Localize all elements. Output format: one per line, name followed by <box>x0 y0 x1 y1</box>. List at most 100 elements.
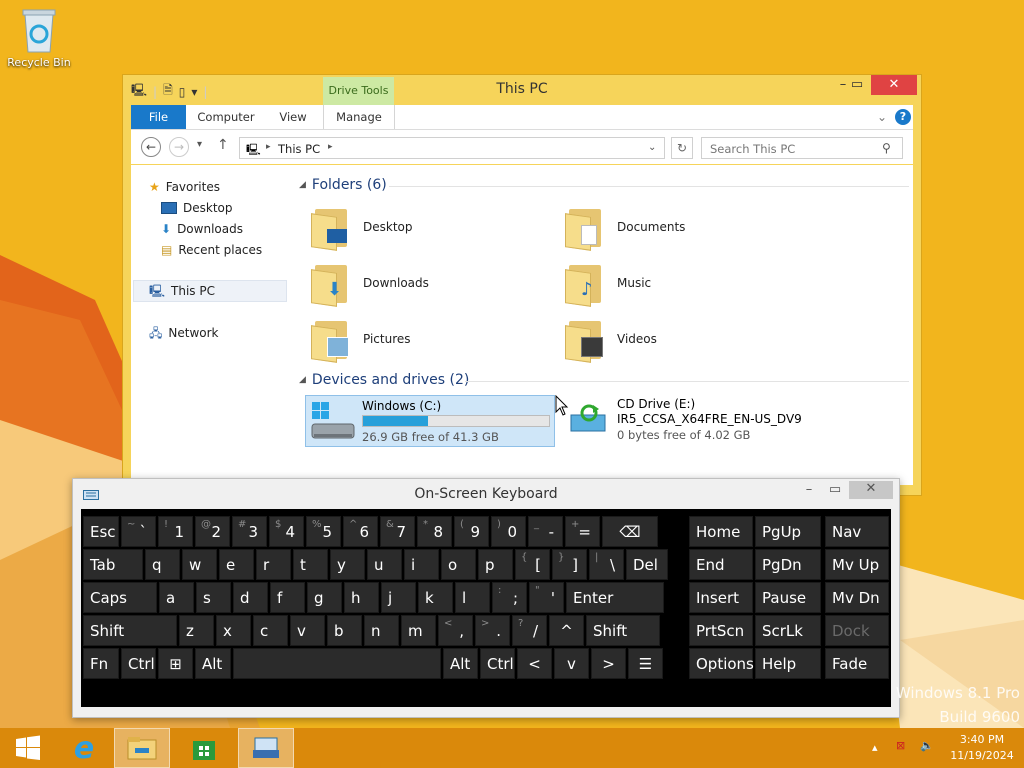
key-caps[interactable]: Caps <box>83 582 157 613</box>
key-p[interactable]: p <box>478 549 513 580</box>
key-enter[interactable]: Enter <box>566 582 664 613</box>
key-i[interactable]: i <box>404 549 439 580</box>
back-button[interactable]: ← <box>141 137 161 157</box>
key-windows[interactable]: ⊞ <box>158 648 193 679</box>
key-pgdn[interactable]: PgDn <box>755 549 821 580</box>
key-blank[interactable]: " ' <box>529 582 564 613</box>
key-esc[interactable]: Esc <box>83 516 119 547</box>
help-icon[interactable]: ? <box>895 109 911 125</box>
key-h[interactable]: h <box>344 582 379 613</box>
key-shift[interactable]: Shift <box>83 615 177 646</box>
key-3[interactable]: #3 <box>232 516 267 547</box>
folder-desktop[interactable]: Desktop <box>311 205 413 251</box>
tab-view[interactable]: View <box>269 105 317 129</box>
key-blank[interactable]: {[ <box>515 549 550 580</box>
search-box[interactable]: Search This PC ⚲ <box>701 137 903 159</box>
key-z[interactable]: z <box>179 615 214 646</box>
drive-c-tile[interactable]: Windows (C:) 26.9 GB free of 41.3 GB <box>305 395 555 447</box>
key-fn[interactable]: Fn <box>83 648 119 679</box>
key-y[interactable]: y <box>330 549 365 580</box>
nav-recent-places[interactable]: ▤ Recent places <box>161 240 262 260</box>
osk-maximize-button[interactable]: ▭ <box>821 482 849 497</box>
key-r[interactable]: r <box>256 549 291 580</box>
key-left[interactable]: < <box>517 648 552 679</box>
taskbar-on-screen-keyboard[interactable] <box>238 728 294 768</box>
key-options[interactable]: Options <box>689 648 754 679</box>
key-up[interactable]: ^ <box>549 615 584 646</box>
start-button[interactable] <box>0 728 56 768</box>
key-ctrl[interactable]: Ctrl <box>121 648 156 679</box>
key-backspace[interactable]: ⌫ <box>602 516 658 547</box>
taskbar-store[interactable] <box>176 728 232 768</box>
address-dropdown-icon[interactable]: ⌄ <box>648 142 656 153</box>
folder-pictures[interactable]: Pictures <box>311 317 411 363</box>
key-space[interactable] <box>233 648 441 679</box>
key-dock[interactable]: Dock <box>825 615 889 646</box>
recycle-bin-shortcut[interactable]: Recycle Bin <box>6 6 72 69</box>
key-blank[interactable]: >. <box>475 615 510 646</box>
address-path[interactable]: This PC <box>278 142 320 156</box>
key-menu[interactable]: ☰ <box>628 648 663 679</box>
forward-button[interactable]: → <box>169 137 189 157</box>
address-bar[interactable]: 🖳 ▸ This PC ▸ ⌄ <box>239 137 665 159</box>
breadcrumb-chevron-icon[interactable]: ▸ <box>328 142 333 152</box>
network-status-icon[interactable]: ⊠ <box>896 738 905 754</box>
key-v[interactable]: v <box>290 615 325 646</box>
tab-file[interactable]: File <box>131 105 186 129</box>
key-m[interactable]: m <box>401 615 436 646</box>
taskbar-internet-explorer[interactable]: e <box>56 728 112 768</box>
key-2[interactable]: @2 <box>195 516 230 547</box>
search-icon[interactable]: ⚲ <box>882 141 891 155</box>
key-scrlk[interactable]: ScrLk <box>755 615 821 646</box>
nav-desktop[interactable]: Desktop <box>161 198 233 218</box>
key-o[interactable]: o <box>441 549 476 580</box>
key-q[interactable]: q <box>145 549 180 580</box>
key-blank[interactable]: | \ <box>589 549 624 580</box>
maximize-button[interactable]: ▭ <box>843 75 871 95</box>
key-nav[interactable]: Nav <box>825 516 889 547</box>
folder-documents[interactable]: Documents <box>565 205 685 251</box>
key-pause[interactable]: Pause <box>755 582 821 613</box>
key-b[interactable]: b <box>327 615 362 646</box>
key-alt[interactable]: Alt <box>443 648 478 679</box>
key-g[interactable]: g <box>307 582 342 613</box>
key-down[interactable]: v <box>554 648 589 679</box>
close-button[interactable]: ✕ <box>871 75 917 95</box>
key-e[interactable]: e <box>219 549 254 580</box>
key-blank[interactable]: :; <box>492 582 527 613</box>
key-del[interactable]: Del <box>626 549 668 580</box>
nav-favorites[interactable]: ★ Favorites <box>149 177 220 197</box>
key-j[interactable]: j <box>381 582 416 613</box>
key-insert[interactable]: Insert <box>689 582 753 613</box>
key-fade[interactable]: Fade <box>825 648 889 679</box>
folder-music[interactable]: ♪ Music <box>565 261 651 307</box>
drive-e-tile[interactable]: CD Drive (E:) IR5_CCSA_X64FRE_EN-US_DV9 … <box>567 397 867 449</box>
key-0[interactable]: ) 0 <box>491 516 526 547</box>
key-t[interactable]: t <box>293 549 328 580</box>
volume-muted-icon[interactable]: 🔈 <box>920 738 934 754</box>
key-k[interactable]: k <box>418 582 453 613</box>
key-blank[interactable]: ~ ` <box>121 516 156 547</box>
key-prtscn[interactable]: PrtScn <box>689 615 753 646</box>
key-c[interactable]: c <box>253 615 288 646</box>
folder-videos[interactable]: Videos <box>565 317 657 363</box>
nav-network[interactable]: 🖧 Network <box>149 323 219 343</box>
key-x[interactable]: x <box>216 615 251 646</box>
key-pgup[interactable]: PgUp <box>755 516 821 547</box>
key-d[interactable]: d <box>233 582 268 613</box>
key-ctrl[interactable]: Ctrl <box>480 648 515 679</box>
key-blank[interactable]: _ - <box>528 516 563 547</box>
key-mv-dn[interactable]: Mv Dn <box>825 582 889 613</box>
nav-downloads[interactable]: ⬇ Downloads <box>161 219 243 239</box>
key-w[interactable]: w <box>182 549 217 580</box>
folder-downloads[interactable]: ⬇ Downloads <box>311 261 429 307</box>
osk-close-button[interactable]: ✕ <box>849 481 893 499</box>
key-mv-up[interactable]: Mv Up <box>825 549 889 580</box>
key-shift[interactable]: Shift <box>586 615 660 646</box>
folders-group-header[interactable]: ◢ Folders (6) <box>299 177 387 193</box>
key-l[interactable]: l <box>455 582 490 613</box>
key-blank[interactable]: + = <box>565 516 600 547</box>
key-u[interactable]: u <box>367 549 402 580</box>
key-f[interactable]: f <box>270 582 305 613</box>
key-blank[interactable]: <, <box>438 615 473 646</box>
